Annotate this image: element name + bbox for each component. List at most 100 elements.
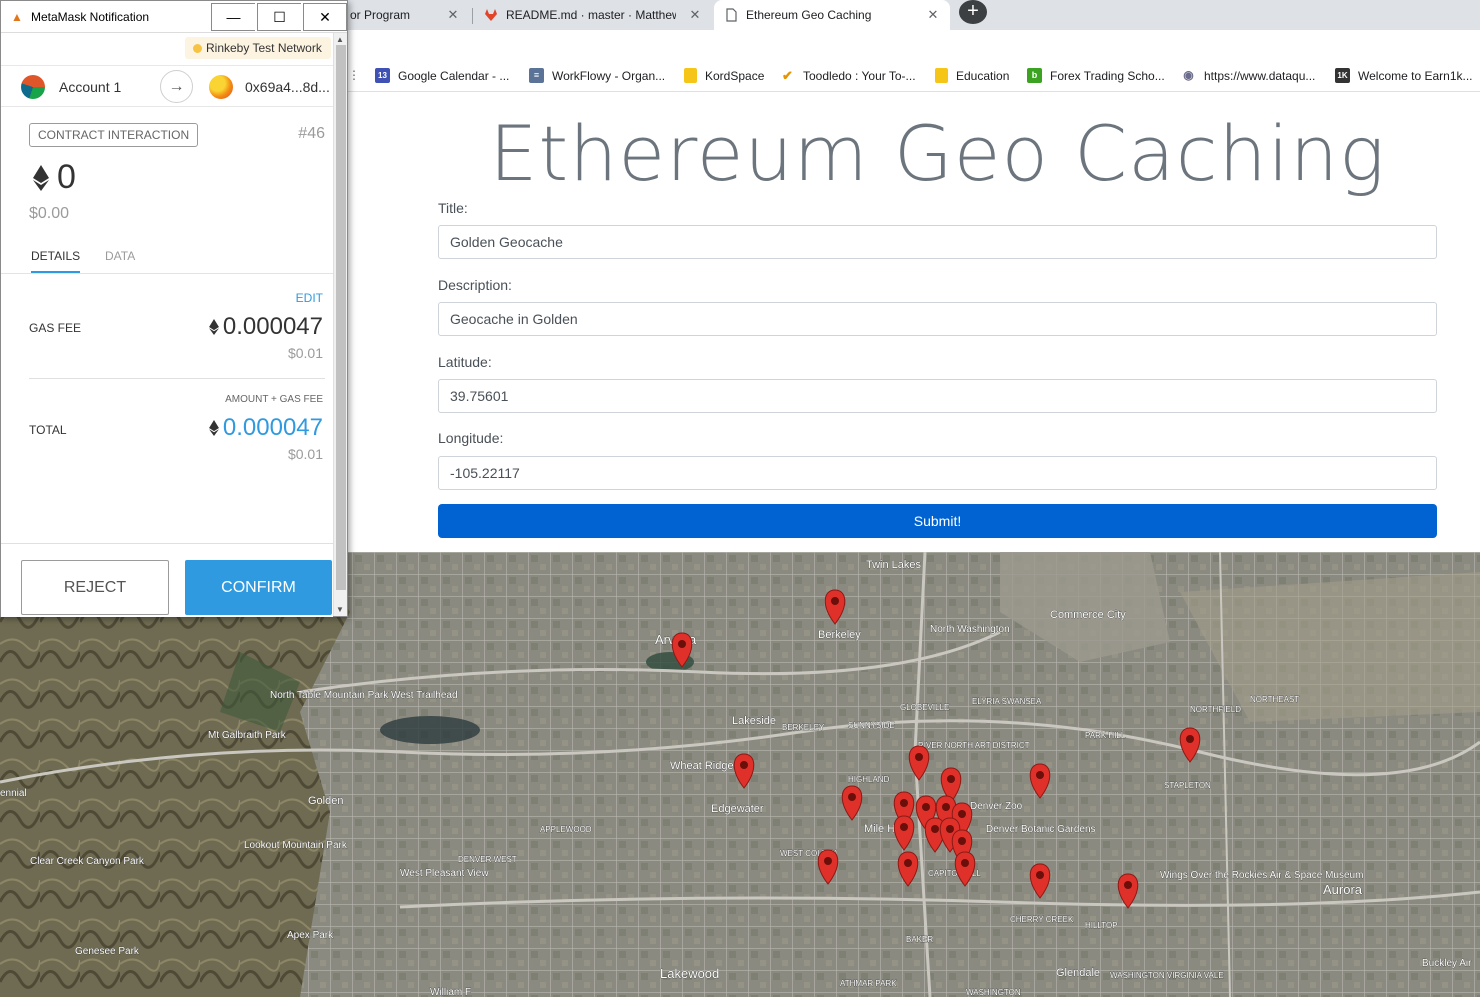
map-label: APPLEWOOD [540,825,592,834]
metamask-fox-icon: ▲ [11,10,23,24]
scroll-down-icon[interactable]: ▼ [336,605,344,614]
bookmark-label: Welcome to Earn1k... [1358,68,1473,83]
new-tab-button[interactable]: + [959,0,987,24]
total-eth: 0.000047 [208,414,323,442]
map-label: Mt Galbraith Park [208,730,287,741]
map-pin-dot [958,837,966,845]
bookmark-education[interactable]: Education [935,68,1009,83]
action-footer: REJECT CONFIRM [1,543,333,617]
description-label: Description: [438,277,512,293]
map-label: NORTHEAST [1250,695,1299,704]
bookmark-label: Forex Trading Scho... [1050,68,1165,83]
bookmark-forex[interactable]: b Forex Trading Scho... [1027,68,1165,83]
amount-plus-gas-label: AMOUNT + GAS FEE [225,394,323,405]
map-label: NORTHFIELD [1190,705,1241,714]
scroll-up-icon[interactable]: ▲ [336,35,344,44]
map-pin-dot [942,803,950,811]
edit-link[interactable]: EDIT [296,291,323,305]
tab-data[interactable]: DATA [105,249,135,263]
map-label: Wings Over the Rockies Air & Space Museu… [1160,870,1363,881]
map-pin-dot [900,799,908,807]
tab-title: README.md · master · Matthew / [506,8,676,22]
bookmark-kordspace[interactable]: KordSpace [684,68,764,83]
contract-interaction-badge: CONTRACT INTERACTION [29,123,199,147]
title-input[interactable]: Golden Geocache [438,225,1437,259]
longitude-input[interactable]: -105.22117 [438,456,1437,490]
amount-eth: 0 [33,158,76,197]
total-eth-value: 0.000047 [222,414,323,441]
map-pin-dot [947,775,955,783]
map-label: Golden [308,795,343,807]
network-indicator[interactable]: Rinkeby Test Network [185,37,331,59]
scrollbar-thumb[interactable] [336,45,346,590]
overflow-icon: ⋮ [348,68,360,82]
tab-program[interactable]: or Program ✕ [330,0,470,30]
screen: or Program ✕ README.md · master · Matthe… [0,0,1480,997]
map-pin-dot [740,761,748,769]
account-name: Account 1 [59,79,122,95]
reject-button[interactable]: REJECT [21,560,169,615]
bookmark-google-calendar[interactable]: 13 Google Calendar - ... [375,68,509,83]
map-label: WASHINGTON [966,988,1021,997]
tab-separator [472,8,473,24]
map-label: West Pleasant View [400,868,489,879]
map-label: PARK HILL [1085,731,1126,740]
bookmark-toodledo[interactable]: ✔ Toodledo : Your To-... [780,68,915,83]
map-label: Lakewood [660,966,719,981]
gitlab-icon [484,8,498,22]
map-label: Commerce City [1050,609,1126,621]
recipient-address[interactable]: 0x69a4...8d... [245,79,330,95]
close-button[interactable]: ✕ [303,3,347,31]
map-canvas: Twin Lakes Arvada Berkeley North Washing… [0,552,1480,997]
tab-ethereum-geo-caching[interactable]: Ethereum Geo Caching ✕ [714,0,950,30]
map-label: North Table Mountain Park West Trailhead [270,690,458,701]
map-pin-dot [1036,771,1044,779]
account-row: Account 1 → 0x69a4...8d... [1,65,333,107]
bookmark-overflow[interactable]: ⋮ [348,68,360,82]
calendar-icon: 13 [375,68,390,83]
amount-usd: $0.00 [29,205,70,222]
arrow-right-icon: → [160,70,193,103]
submit-button[interactable]: Submit! [438,504,1437,538]
ethereum-icon [33,164,49,191]
map-pin-dot [824,857,832,865]
map-label: GLOBEVILLE [900,703,949,712]
minimize-button[interactable]: — [211,3,255,31]
tab-close-icon[interactable]: ✕ [688,8,702,22]
map-label: HILLTOP [1085,921,1118,930]
scrollbar[interactable]: ▲ ▼ [333,33,347,616]
divider [29,378,325,379]
latitude-input[interactable]: 39.75601 [438,379,1437,413]
total-usd: $0.01 [287,446,323,462]
map-label: North Washington [930,624,1010,635]
folder-icon [935,68,948,83]
latitude-label: Latitude: [438,354,492,370]
maximize-button[interactable]: ☐ [257,3,301,31]
recipient-avatar [209,75,233,99]
bookmark-dataquest[interactable]: ◉ https://www.dataqu... [1181,68,1315,83]
tab-details[interactable]: DETAILS [31,249,81,273]
map-label: Glendale [1056,967,1100,979]
longitude-label: Longitude: [438,430,504,446]
confirm-button[interactable]: CONFIRM [185,560,332,615]
description-input[interactable]: Geocache in Golden [438,302,1437,336]
tab-close-icon[interactable]: ✕ [446,8,460,22]
folder-icon [684,68,697,83]
gas-fee-eth: 0.000047 [208,313,323,341]
bookmark-earn1k[interactable]: 1K Welcome to Earn1k... [1335,68,1473,83]
globe-icon: ◉ [1183,68,1194,82]
bookmark-label: Google Calendar - ... [398,68,510,83]
map-label: Lookout Mountain Park [244,840,348,851]
bookmark-label: WorkFlowy - Organ... [552,68,666,83]
tab-readme[interactable]: README.md · master · Matthew / ✕ [474,0,712,30]
satellite-map[interactable]: Twin Lakes Arvada Berkeley North Washing… [0,552,1480,997]
detail-tabs: DETAILS DATA [1,241,333,274]
tab-close-icon[interactable]: ✕ [926,8,940,22]
map-label: Denver Zoo [970,801,1023,812]
window-titlebar[interactable]: ▲ MetaMask Notification — ☐ ✕ [1,1,347,33]
map-pin-dot [678,640,686,648]
map-label: Lakeside [732,715,776,727]
bookmark-workflowy[interactable]: ≡ WorkFlowy - Organ... [529,68,665,83]
map-label: Apex Park [287,930,334,941]
map-label: STAPLETON [1164,781,1211,790]
